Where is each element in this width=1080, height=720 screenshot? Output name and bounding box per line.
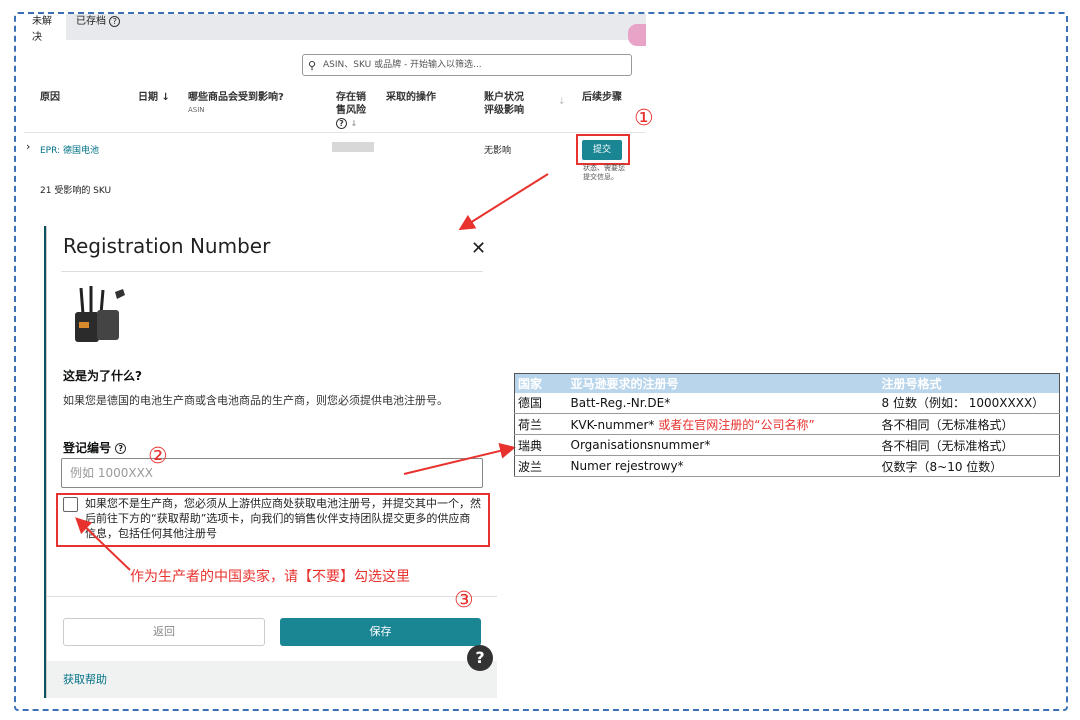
status-note: 状态、需要您提交信息。 <box>583 164 625 181</box>
product-image <box>75 286 125 342</box>
col-risk-line1: 存在销 <box>336 92 366 103</box>
col-reason: 原因 <box>40 92 60 103</box>
col-next: 后续步骤 <box>582 92 622 103</box>
highlight-box <box>576 134 630 165</box>
reg-label: 登记编号 ? <box>63 439 127 456</box>
col-health: 账户状况 评级影响 <box>484 91 524 117</box>
annotation-text: 作为生产者的中国卖家，请【不要】勾选这里 <box>130 569 410 585</box>
avatar[interactable] <box>628 24 646 46</box>
tab-archived[interactable]: 已存档 ? <box>68 14 128 40</box>
col-affected-label: 哪些商品会受到影响? <box>188 92 284 103</box>
divider <box>24 132 646 133</box>
tab-unresolved[interactable]: 未解决 <box>24 14 66 43</box>
format-cell: 各不相同（无标准格式） <box>878 434 1060 456</box>
country-cell: 波兰 <box>514 455 568 477</box>
table-header: 国家 <box>514 373 568 393</box>
table-row: 波兰 Numer rejestrowy* 仅数字（8~10 位数） <box>514 455 1060 477</box>
sort-icon[interactable]: ↓ <box>558 97 566 107</box>
get-help-link[interactable]: 获取帮助 <box>63 671 107 687</box>
info-icon[interactable]: ? <box>336 117 347 129</box>
format-cell: 8 位数（例如： 1000XXXX） <box>878 392 1060 414</box>
col-date[interactable]: 日期 ↓ <box>138 91 170 104</box>
col-affected: 哪些商品会受到影响? ASIN <box>188 91 284 117</box>
search-placeholder: ASIN、SKU 或品牌 - 开始输入以筛选... <box>323 60 482 70</box>
help-icon[interactable]: ? <box>115 443 127 454</box>
col-action: 采取的操作 <box>386 92 436 103</box>
tab-archived-label: 已存档 <box>76 16 106 27</box>
col-affected-sub: ASIN <box>188 106 205 114</box>
why-heading: 这是为了什么? <box>63 369 142 383</box>
save-button[interactable]: 保存 <box>280 618 481 646</box>
health-value: 无影响 <box>484 146 512 156</box>
number-cell: Batt-Reg.-Nr.DE* <box>567 392 879 414</box>
table-header: 亚马逊要求的注册号 <box>567 373 879 393</box>
chevron-right-icon[interactable]: › <box>26 140 30 153</box>
table-header: 注册号格式 <box>878 373 1060 393</box>
sort-icon[interactable]: ↓ <box>350 119 357 128</box>
number-text: KVK-nummer* <box>570 417 655 432</box>
sku-count: 21 受影响的 SKU <box>40 186 112 196</box>
registration-number-input[interactable]: 例如 1000XXX <box>61 458 483 488</box>
number-cell: Organisationsnummer* <box>567 434 879 456</box>
format-cell: 各不相同（无标准格式） <box>878 413 1060 435</box>
table-row: 荷兰 KVK-nummer* 或者在官网注册的“公司名称” 各不相同（无标准格式… <box>514 413 1060 435</box>
table-row: 瑞典 Organisationsnummer* 各不相同（无标准格式） <box>514 434 1060 456</box>
help-icon[interactable]: ? <box>467 645 493 671</box>
back-button[interactable]: 返回 <box>63 618 265 646</box>
registration-modal: Registration Number ✕ 这是为了什么? 如果您是德国的电池生… <box>46 226 497 698</box>
help-bar: 获取帮助 ? <box>47 645 497 698</box>
col-health-line2: 评级影响 <box>484 105 524 116</box>
format-cell: 仅数字（8~10 位数） <box>878 455 1060 477</box>
why-text: 如果您是德国的电池生产商或含电池商品的生产商，则您必须提供电池注册号。 <box>63 394 448 407</box>
divider <box>61 271 483 272</box>
number-note: 或者在官网注册的“公司名称” <box>658 417 815 432</box>
table-header-row: 国家 亚马逊要求的注册号 注册号格式 <box>514 373 1060 393</box>
marker-two: ② <box>148 444 168 469</box>
number-cell: Numer rejestrowy* <box>567 455 879 477</box>
country-cell: 瑞典 <box>514 434 568 456</box>
col-risk-line2: 售风险 <box>336 105 366 116</box>
country-cell: 荷兰 <box>514 413 568 435</box>
col-health-line1: 账户状况 <box>484 92 524 103</box>
asin-placeholder <box>332 142 374 152</box>
country-cell: 德国 <box>514 392 568 414</box>
help-icon[interactable]: ? <box>109 15 121 27</box>
divider <box>47 596 497 597</box>
search-input[interactable]: ⚲ ASIN、SKU 或品牌 - 开始输入以筛选... <box>302 54 632 76</box>
search-icon: ⚲ <box>308 59 317 72</box>
close-icon[interactable]: ✕ <box>471 238 486 259</box>
marker-three: ③ <box>454 588 474 613</box>
highlight-box <box>56 493 490 547</box>
number-cell: KVK-nummer* 或者在官网注册的“公司名称” <box>567 413 879 435</box>
reason-link[interactable]: EPR: 德国电池 <box>40 143 99 156</box>
table-row: 德国 Batt-Reg.-Nr.DE* 8 位数（例如： 1000XXXX） <box>514 392 1060 414</box>
col-risk: 存在销 售风险 ? ↓ <box>336 91 366 130</box>
registration-format-table: 国家 亚马逊要求的注册号 注册号格式 德国 Batt-Reg.-Nr.DE* 8… <box>514 373 1060 477</box>
modal-title: Registration Number <box>63 234 271 258</box>
marker-one: ① <box>634 106 654 131</box>
reg-label-text: 登记编号 <box>63 441 112 455</box>
